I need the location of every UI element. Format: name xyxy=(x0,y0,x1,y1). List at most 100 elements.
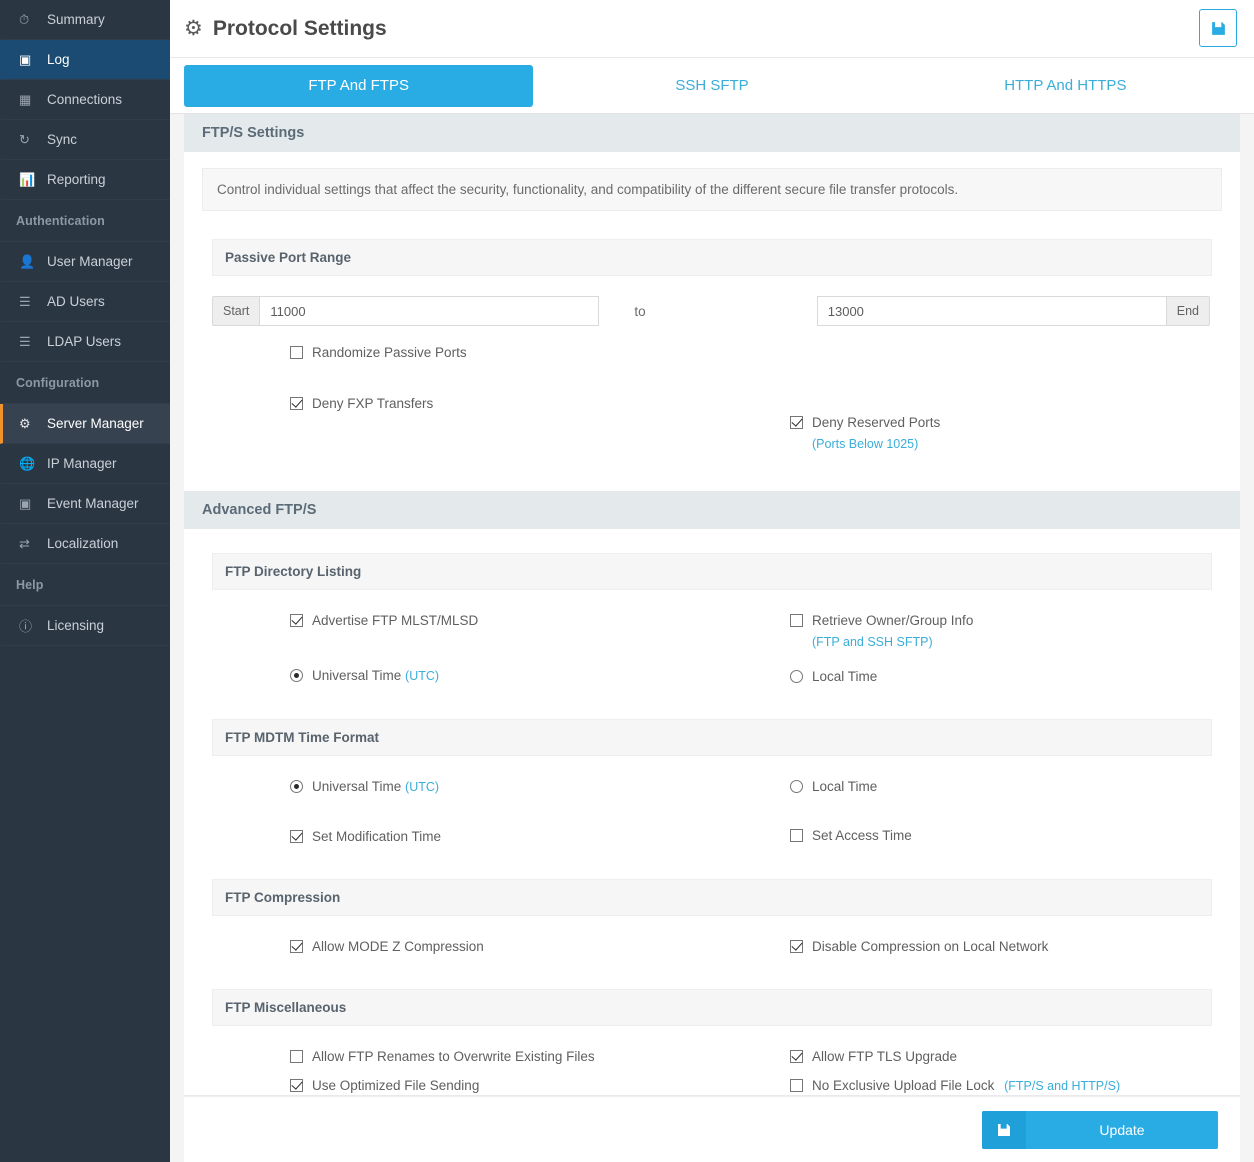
sidebar-item-localization[interactable]: ⇄ Localization xyxy=(0,524,170,564)
option-deny-reserved-ports[interactable]: Deny Reserved Ports (Ports Below 1025) xyxy=(790,408,1212,459)
option-use-optimized-file-sending[interactable]: Use Optimized File Sending xyxy=(290,1071,712,1095)
option-retrieve-owner-group-info[interactable]: Retrieve Owner/Group Info (FTP and SSH S… xyxy=(790,606,1212,657)
checkbox-allow-ftp-tls-upgrade[interactable] xyxy=(790,1050,803,1063)
start-port-input-group: Start xyxy=(212,296,600,326)
tab-ftp-and-ftps[interactable]: FTP And FTPS xyxy=(184,64,534,107)
option-label: Retrieve Owner/Group Info xyxy=(812,613,974,628)
option-label: Universal Time xyxy=(312,668,402,683)
checkbox-set-access-time[interactable] xyxy=(790,829,803,842)
checkbox-advertise-ftp-mlst-mlsd[interactable] xyxy=(290,614,303,627)
option-label: Deny Reserved Ports xyxy=(812,415,941,430)
checkbox-deny-fxp-transfers[interactable] xyxy=(290,397,303,410)
content-wrapper: FTP/S Settings Control individual settin… xyxy=(170,114,1254,1162)
update-button[interactable]: Update xyxy=(982,1110,1218,1149)
sidebar-item-connections[interactable]: ▦ Connections xyxy=(0,80,170,120)
footer-bar: Update xyxy=(184,1096,1240,1162)
option-label: Allow FTP Renames to Overwrite Existing … xyxy=(312,1049,595,1064)
section-title-ftp-mdtm-time-format: FTP MDTM Time Format xyxy=(212,719,1212,756)
tab-ssh-sftp[interactable]: SSH SFTP xyxy=(537,65,886,107)
checkbox-allow-mode-z-compression[interactable] xyxy=(290,940,303,953)
sidebar-item-ip-manager[interactable]: 🌐 IP Manager xyxy=(0,444,170,484)
option-label: Randomize Passive Ports xyxy=(312,345,467,360)
sidebar-item-sync[interactable]: ↻ Sync xyxy=(0,120,170,160)
sidebar-item-event-manager[interactable]: ▣ Event Manager xyxy=(0,484,170,524)
start-port-input[interactable] xyxy=(259,296,600,326)
option-label: Set Access Time xyxy=(812,828,912,843)
option-label: Disable Compression on Local Network xyxy=(812,939,1049,954)
checkbox-retrieve-owner-group-info[interactable] xyxy=(790,614,803,627)
option-allow-ftp-tls-upgrade[interactable]: Allow FTP TLS Upgrade xyxy=(790,1042,1212,1071)
save-settings-button[interactable] xyxy=(1199,9,1237,47)
sidebar-item-user-manager[interactable]: 👤 User Manager xyxy=(0,242,170,282)
list-icon: ☰ xyxy=(19,293,31,309)
option-dirlist-universal-time[interactable]: Universal Time (UTC) xyxy=(290,661,712,691)
ftps-settings-description: Control individual settings that affect … xyxy=(202,168,1222,211)
option-set-modification-time[interactable]: Set Modification Time xyxy=(290,822,712,851)
sidebar-item-label: Reporting xyxy=(47,172,106,187)
sidebar-heading-configuration: Configuration xyxy=(0,362,170,404)
sidebar-item-reporting[interactable]: 📊 Reporting xyxy=(0,160,170,200)
protocol-tabs: FTP And FTPS SSH SFTP HTTP And HTTPS xyxy=(170,58,1254,114)
sidebar-heading-help: Help xyxy=(0,564,170,606)
bar-chart-icon: 📊 xyxy=(19,171,36,187)
option-dirlist-local-time[interactable]: Local Time xyxy=(790,662,1212,691)
end-port-input[interactable] xyxy=(816,296,1167,326)
option-hint: (FTP/S and HTTP/S) xyxy=(1004,1079,1121,1093)
tab-http-and-https[interactable]: HTTP And HTTPS xyxy=(891,65,1240,107)
option-mdtm-universal-time[interactable]: Universal Time (UTC) xyxy=(290,772,712,802)
sidebar-item-label: Sync xyxy=(47,132,78,147)
option-hint: (Ports Below 1025) xyxy=(812,437,919,451)
checkbox-set-modification-time[interactable] xyxy=(290,830,303,843)
sidebar-item-licensing[interactable]: ⓘ Licensing xyxy=(0,606,170,646)
radio-mdtm-local-time[interactable] xyxy=(790,780,803,793)
radio-mdtm-universal-time[interactable] xyxy=(290,780,303,793)
section-title-passive-port-range: Passive Port Range xyxy=(212,239,1212,276)
floppy-save-icon xyxy=(998,1123,1010,1136)
option-set-access-time[interactable]: Set Access Time xyxy=(790,821,1212,850)
option-no-exclusive-upload-file-lock[interactable]: No Exclusive Upload File Lock (FTP/S and… xyxy=(790,1071,1212,1095)
option-allow-mode-z-compression[interactable]: Allow MODE Z Compression xyxy=(290,932,712,961)
sidebar-item-label: IP Manager xyxy=(47,456,117,471)
option-label: Local Time xyxy=(812,669,878,684)
clock-icon: ⏱ xyxy=(19,11,30,27)
section-ftp-directory-listing: FTP Directory Listing Advertise FTP MLST… xyxy=(212,553,1212,697)
checkbox-deny-reserved-ports[interactable] xyxy=(790,416,803,429)
sidebar-item-server-manager[interactable]: ⚙ Server Manager xyxy=(0,404,170,444)
sidebar-item-summary[interactable]: ⏱ Summary xyxy=(0,0,170,40)
option-disable-compression-on-local-network[interactable]: Disable Compression on Local Network xyxy=(790,932,1212,961)
section-ftp-compression: FTP Compression Allow MODE Z Compression xyxy=(212,879,1212,967)
sidebar-item-label: AD Users xyxy=(47,294,105,309)
to-label: to xyxy=(634,303,646,319)
option-randomize-passive-ports[interactable]: Randomize Passive Ports xyxy=(290,338,712,367)
option-mdtm-local-time[interactable]: Local Time xyxy=(790,772,1212,801)
tab-label: SSH SFTP xyxy=(675,77,749,94)
checkbox-randomize-passive-ports[interactable] xyxy=(290,346,303,359)
page-header: ⚙ Protocol Settings xyxy=(170,0,1254,58)
checkbox-allow-ftp-renames-overwrite[interactable] xyxy=(290,1050,303,1063)
checkbox-no-exclusive-upload-file-lock[interactable] xyxy=(790,1079,803,1092)
radio-dirlist-universal-time[interactable] xyxy=(290,669,303,682)
option-deny-fxp-transfers[interactable]: Deny FXP Transfers xyxy=(290,389,712,418)
sidebar-item-label: Licensing xyxy=(47,618,105,633)
checkbox-disable-compression-on-local-network[interactable] xyxy=(790,940,803,953)
sidebar-item-label: Summary xyxy=(47,12,105,27)
option-allow-ftp-renames-overwrite[interactable]: Allow FTP Renames to Overwrite Existing … xyxy=(290,1042,712,1071)
sidebar-item-label: LDAP Users xyxy=(47,334,122,349)
sidebar-item-log[interactable]: ▣ Log xyxy=(0,40,170,80)
sidebar-item-ad-users[interactable]: ☰ AD Users xyxy=(0,282,170,322)
radio-dirlist-local-time[interactable] xyxy=(790,670,803,683)
checkbox-use-optimized-file-sending[interactable] xyxy=(290,1079,303,1092)
sidebar-item-label: Log xyxy=(47,52,70,67)
main-area: ⚙ Protocol Settings FTP And FTPS SSH SFT… xyxy=(170,0,1254,1162)
exchange-icon: ⇄ xyxy=(19,535,30,551)
sidebar-item-ldap-users[interactable]: ☰ LDAP Users xyxy=(0,322,170,362)
section-title-ftp-miscellaneous: FTP Miscellaneous xyxy=(212,989,1212,1026)
start-port-addon: Start xyxy=(212,296,260,326)
tab-label: FTP And FTPS xyxy=(308,77,409,94)
user-icon: 👤 xyxy=(19,253,36,269)
update-button-label: Update xyxy=(1099,1121,1145,1138)
option-label: Allow MODE Z Compression xyxy=(312,939,484,954)
option-advertise-ftp-mlst-mlsd[interactable]: Advertise FTP MLST/MLSD xyxy=(290,606,712,635)
sidebar-item-label: Connections xyxy=(47,92,123,107)
settings-card: FTP/S Settings Control individual settin… xyxy=(184,114,1240,1096)
